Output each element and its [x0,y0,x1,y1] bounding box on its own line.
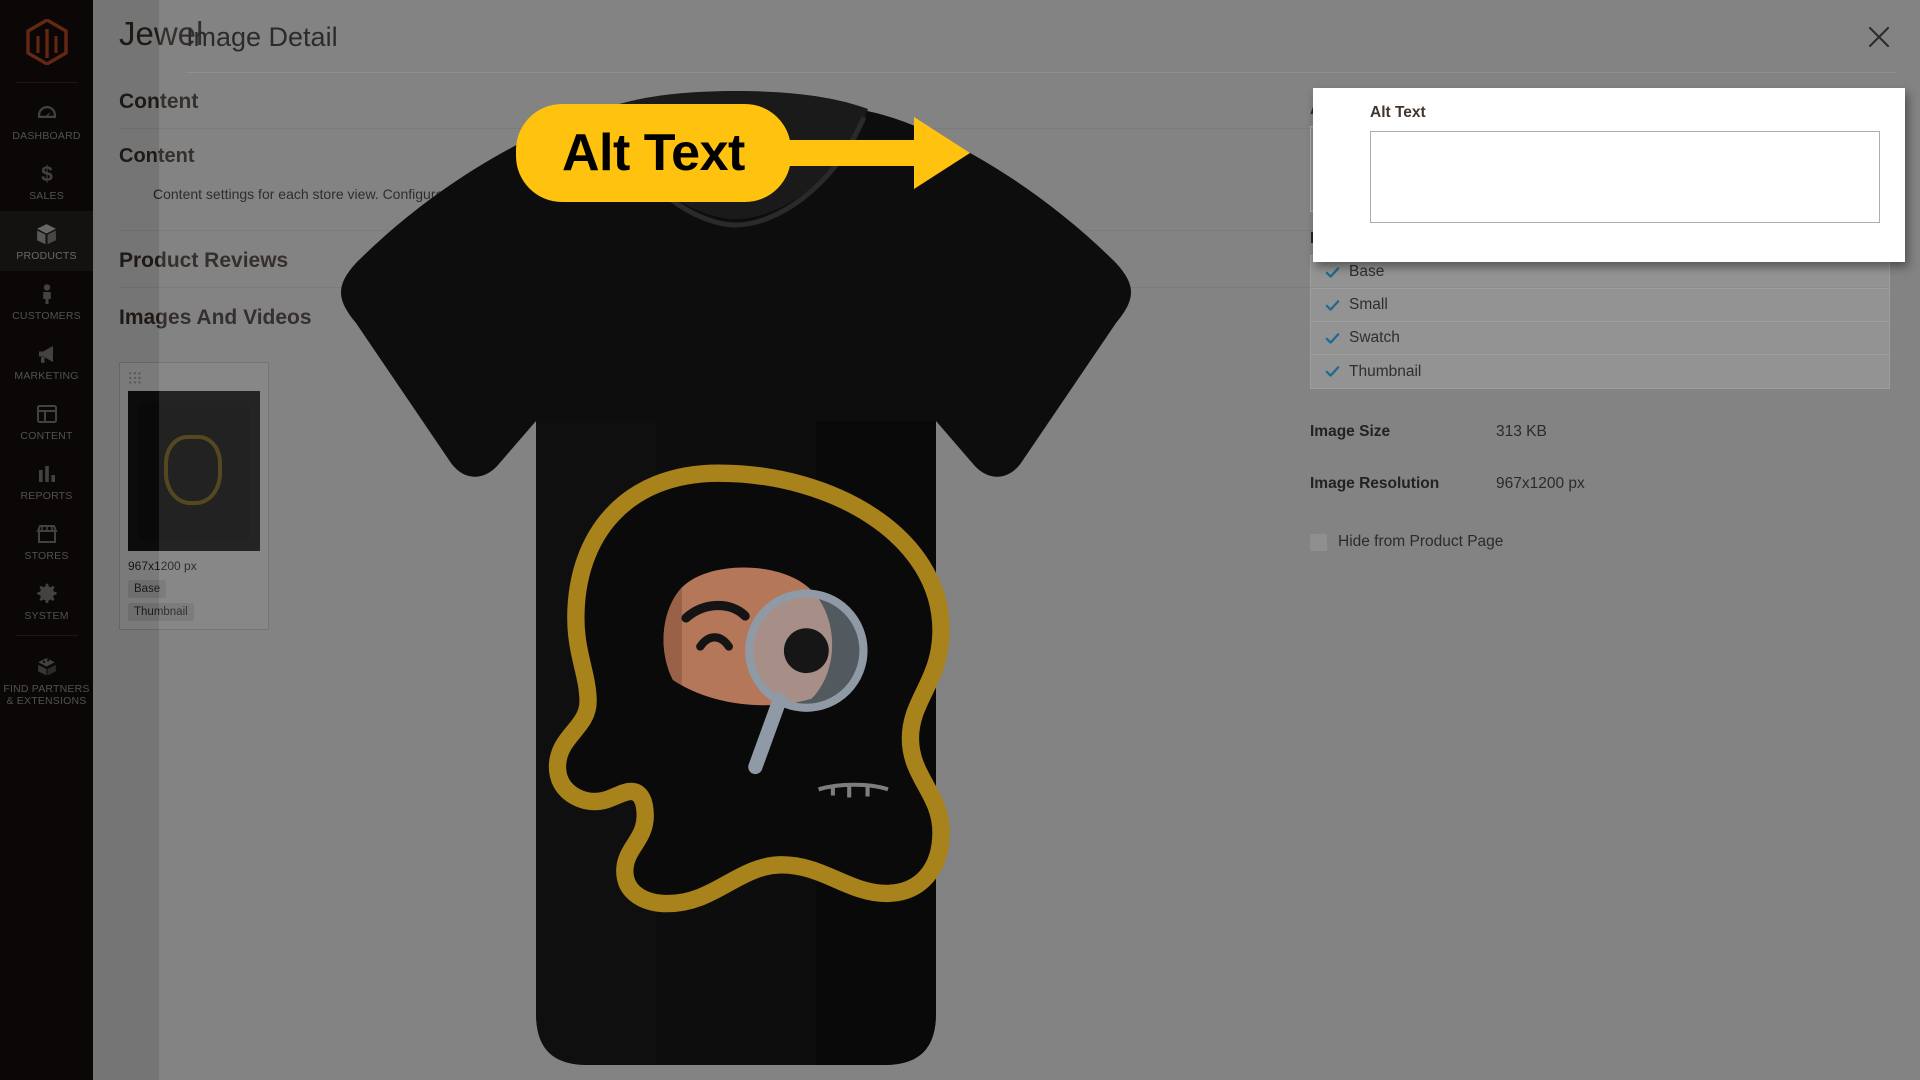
modal-header: Image Detail [159,0,1920,73]
image-size-row: Image Size 313 KB [1310,423,1890,441]
alt-text-label: Alt Text [1370,104,1426,121]
check-icon [1325,364,1340,379]
modal-title: Image Detail [186,22,338,52]
role-option-label: Swatch [1349,329,1400,346]
close-icon[interactable] [1862,20,1896,54]
image-size-label: Image Size [1310,423,1391,440]
check-icon [1325,298,1340,313]
role-option-label: Thumbnail [1349,362,1422,380]
role-list: Base Small Swatch Thumbnail [1310,255,1890,389]
image-size-value: 313 KB [1496,423,1547,440]
hide-from-product-page-checkbox[interactable] [1310,533,1327,551]
image-preview[interactable] [186,73,1276,1080]
role-option-swatch[interactable]: Swatch [1311,322,1889,355]
alt-text-input[interactable] [1370,131,1880,223]
image-resolution-value: 967x1200 px [1496,475,1585,492]
image-resolution-label: Image Resolution [1310,475,1440,492]
tshirt-illustration [236,73,1236,1080]
hide-from-product-page-label: Hide from Product Page [1338,533,1504,550]
role-option-label: Base [1349,263,1385,280]
role-option-label: Small [1349,296,1388,313]
role-option-small[interactable]: Small [1311,289,1889,322]
check-icon [1325,331,1340,346]
role-option-thumbnail[interactable]: Thumbnail [1311,355,1889,388]
screen: Dashboard $ Sales Products Customers [0,0,1920,1080]
alt-text-spotlight-panel: Alt Text [1313,88,1905,262]
image-resolution-row: Image Resolution 967x1200 px [1310,475,1890,493]
hide-from-product-page-row[interactable]: Hide from Product Page [1310,533,1890,551]
check-icon [1325,265,1340,280]
